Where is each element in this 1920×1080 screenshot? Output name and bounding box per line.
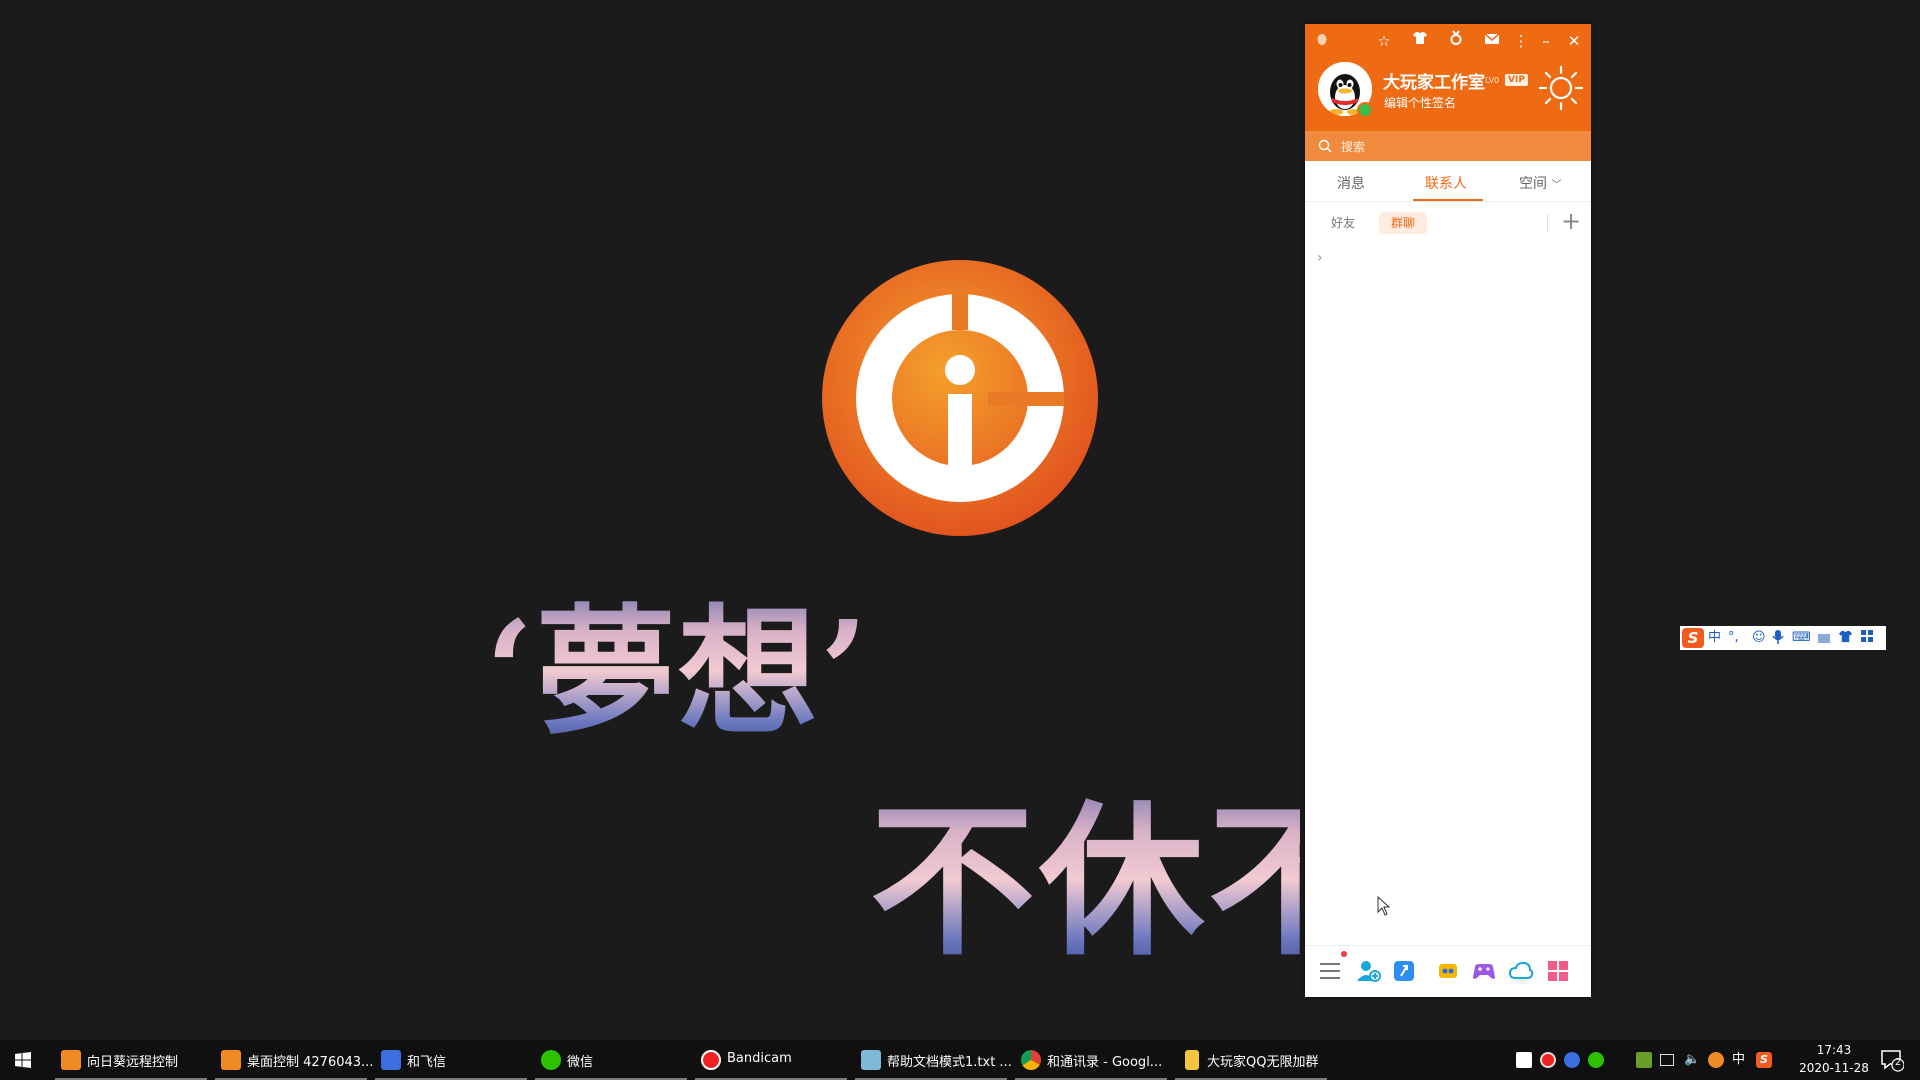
hefeixin-icon — [381, 1050, 401, 1070]
bottom-toolbar — [1305, 945, 1591, 997]
wechat-icon — [541, 1050, 561, 1070]
taskbar-item-label: 和通讯录 - Googl... — [1047, 1055, 1163, 1070]
taskbar-item-label: 大玩家QQ无限加群 — [1207, 1055, 1319, 1070]
notification-dot — [1341, 951, 1347, 957]
subtab-groups[interactable]: 群聊 — [1379, 212, 1428, 234]
game-controller-icon[interactable] — [1471, 958, 1497, 984]
search-icon — [1318, 139, 1332, 153]
tab-space-label: 空间 — [1519, 176, 1547, 192]
taskbar-item-label: 向日葵远程控制 — [87, 1055, 179, 1070]
taskbar-item-desktop-control[interactable]: 桌面控制 4276043... — [215, 1040, 373, 1080]
taskbar: 向日葵远程控制 桌面控制 4276043... 和飞信 微信 Bandicam … — [0, 1040, 1920, 1080]
folder-icon — [1185, 1050, 1199, 1070]
add-friend-icon[interactable] — [1355, 958, 1381, 984]
mail-icon[interactable] — [1481, 30, 1503, 52]
search-input[interactable] — [1339, 136, 1583, 158]
notepad-icon — [861, 1050, 881, 1070]
minimize-icon[interactable]: – — [1535, 30, 1557, 52]
start-button[interactable] — [0, 1040, 46, 1080]
taskbar-item-hefeixin[interactable]: 和飞信 — [375, 1040, 527, 1080]
keyboard-icon[interactable]: ⌨ — [1792, 629, 1811, 647]
weather-sun-icon[interactable] — [1537, 64, 1585, 112]
wallpaper-text-dream: ‘夢想’ — [485, 560, 870, 762]
app-grid-icon[interactable] — [1545, 958, 1571, 984]
nickname[interactable]: 大玩家工作室 — [1383, 68, 1485, 93]
taskbar-item-label: 微信 — [567, 1055, 594, 1070]
sunflower-icon — [221, 1050, 241, 1070]
chevron-down-icon: ﹀ — [1551, 180, 1562, 191]
chevron-right-icon[interactable]: › — [1317, 250, 1323, 266]
vip-badge[interactable]: VIP — [1505, 74, 1528, 86]
clock-date[interactable]: 2020-11-28 — [1792, 1061, 1876, 1075]
contact-subtabs: 好友 群聊 + — [1305, 201, 1591, 242]
tray-nvidia-icon[interactable] — [1636, 1052, 1652, 1068]
volume-icon[interactable]: 🔈 — [1684, 1052, 1700, 1068]
skin-shirt-icon[interactable] — [1409, 30, 1431, 52]
microphone-icon[interactable] — [1772, 629, 1784, 651]
online-status-dot[interactable] — [1357, 102, 1373, 118]
sunflower-icon — [61, 1050, 81, 1070]
mini-program-icon[interactable] — [1435, 958, 1461, 984]
subtab-friends[interactable]: 好友 — [1319, 212, 1367, 234]
network-icon[interactable] — [1660, 1054, 1674, 1066]
taskbar-item-bandicam[interactable]: Bandicam — [695, 1040, 847, 1080]
close-icon[interactable]: ✕ — [1563, 30, 1585, 52]
sogou-logo-icon[interactable]: S — [1682, 628, 1704, 648]
taskbar-item-label: Bandicam — [727, 1051, 792, 1066]
input-language-indicator[interactable]: 中 — [1732, 1052, 1748, 1068]
emoji-icon[interactable]: ☺ — [1752, 629, 1766, 647]
main-menu-icon[interactable] — [1317, 958, 1343, 984]
qq-main-window: ☆ ⋮ – ✕ 大玩家工作室 LV0 VIP 编辑个性签名 搜索 消息 联系人 … — [1305, 24, 1591, 997]
divider — [1547, 214, 1548, 232]
tab-messages[interactable]: 消息 — [1337, 173, 1365, 193]
tab-space[interactable]: 空间 ﹀ — [1519, 173, 1561, 193]
action-center-button[interactable]: 2 — [1880, 1048, 1905, 1072]
notification-count: 2 — [1894, 1057, 1902, 1068]
cloud-icon[interactable] — [1508, 958, 1534, 984]
taskbar-item-notepad[interactable]: 帮助文档模式1.txt ... — [855, 1040, 1012, 1080]
ime-punctuation-toggle[interactable]: °, — [1728, 629, 1739, 647]
signature[interactable]: 编辑个性签名 — [1384, 94, 1456, 111]
main-tabs: 消息 联系人 空间 ﹀ — [1305, 161, 1591, 201]
taskbar-item-label: 桌面控制 4276043... — [247, 1055, 374, 1070]
tray-hefeixin-icon[interactable] — [1564, 1052, 1580, 1068]
tray-record-icon[interactable] — [1540, 1052, 1556, 1068]
tray-sogou-icon[interactable]: S — [1756, 1052, 1772, 1068]
tray-app-icon[interactable] — [1516, 1052, 1532, 1068]
taskbar-item-sunflower[interactable]: 向日葵远程控制 — [55, 1040, 207, 1080]
taskbar-item-folder[interactable]: 大玩家QQ无限加群 — [1175, 1040, 1327, 1080]
mouse-cursor-icon — [1377, 896, 1391, 916]
taskbar-item-wechat[interactable]: 微信 — [535, 1040, 687, 1080]
more-menu-icon[interactable]: ⋮ — [1510, 30, 1532, 52]
tab-contacts[interactable]: 联系人 — [1425, 173, 1467, 193]
toolbox-icon[interactable] — [1816, 629, 1832, 651]
ime-menu-grid-icon[interactable] — [1860, 629, 1874, 649]
taskbar-item-label: 和飞信 — [407, 1055, 447, 1070]
level-badge[interactable]: LV0 — [1485, 76, 1499, 85]
medal-icon[interactable] — [1445, 30, 1467, 52]
qq-header: ☆ ⋮ – ✕ 大玩家工作室 LV0 VIP 编辑个性签名 — [1305, 24, 1591, 131]
taskbar-item-label: 帮助文档模式1.txt ... — [887, 1055, 1012, 1070]
skin-shirt-icon[interactable] — [1838, 629, 1853, 650]
file-transfer-icon[interactable] — [1391, 958, 1417, 984]
clock-time[interactable]: 17:43 — [1810, 1043, 1858, 1057]
bandicam-icon — [701, 1050, 721, 1070]
tray-wechat-icon[interactable] — [1588, 1052, 1604, 1068]
qq-penguin-menu-icon[interactable] — [1311, 30, 1333, 52]
tray-sunflower-icon[interactable] — [1708, 1052, 1724, 1068]
ime-toolbar: S 中 °, ☺ ⌨ — [1680, 626, 1886, 650]
desktop-wallpaper: ‘夢想’ 不休不 — [0, 0, 1920, 1040]
wallpaper-logo — [822, 260, 1098, 536]
star-icon[interactable]: ☆ — [1373, 30, 1395, 52]
search-bar[interactable] — [1305, 131, 1591, 161]
windows-logo-icon — [15, 1052, 31, 1068]
ime-mode-toggle[interactable]: 中 — [1708, 629, 1721, 647]
wallpaper-text-never-rest: 不休不 — [870, 748, 1300, 987]
add-icon[interactable]: + — [1561, 207, 1581, 235]
taskbar-item-chrome[interactable]: 和通讯录 - Googl... — [1015, 1040, 1167, 1080]
chrome-icon — [1021, 1050, 1041, 1070]
